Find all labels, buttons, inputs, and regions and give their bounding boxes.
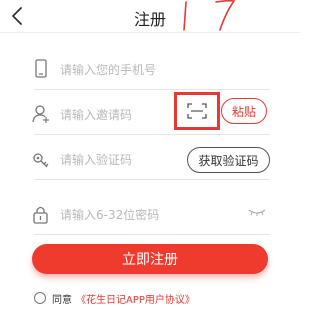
key-icon [33, 153, 49, 168]
header-divider [0, 32, 300, 33]
annotation-scribble [183, 0, 236, 31]
password-row [33, 195, 270, 235]
get-code-button[interactable]: 获取验证码 [187, 147, 270, 173]
phone-input[interactable] [60, 60, 200, 80]
phone-underline [34, 89, 270, 90]
agree-radio[interactable] [34, 292, 46, 304]
register-button[interactable]: 立即注册 [32, 244, 268, 274]
eye-closed-icon[interactable] [248, 208, 266, 216]
header-bar: 注册 [0, 0, 300, 32]
scan-icon[interactable] [187, 103, 207, 119]
agree-prefix: 同意 [52, 295, 72, 306]
phone-row [34, 50, 270, 90]
paste-button[interactable]: 粘贴 [221, 98, 267, 124]
page-title: 注册 [133, 10, 166, 29]
password-input[interactable] [60, 205, 200, 225]
code-underline [34, 179, 270, 180]
password-underline [34, 234, 270, 235]
verification-code-input[interactable] [60, 150, 200, 170]
user-agreement-link[interactable]: 《花生日记APP用户协议》 [76, 291, 195, 306]
user-add-icon [32, 105, 49, 123]
lock-icon [33, 206, 48, 224]
phone-icon [35, 59, 47, 78]
invite-underline [34, 134, 270, 135]
scan-highlight-box [174, 92, 220, 130]
